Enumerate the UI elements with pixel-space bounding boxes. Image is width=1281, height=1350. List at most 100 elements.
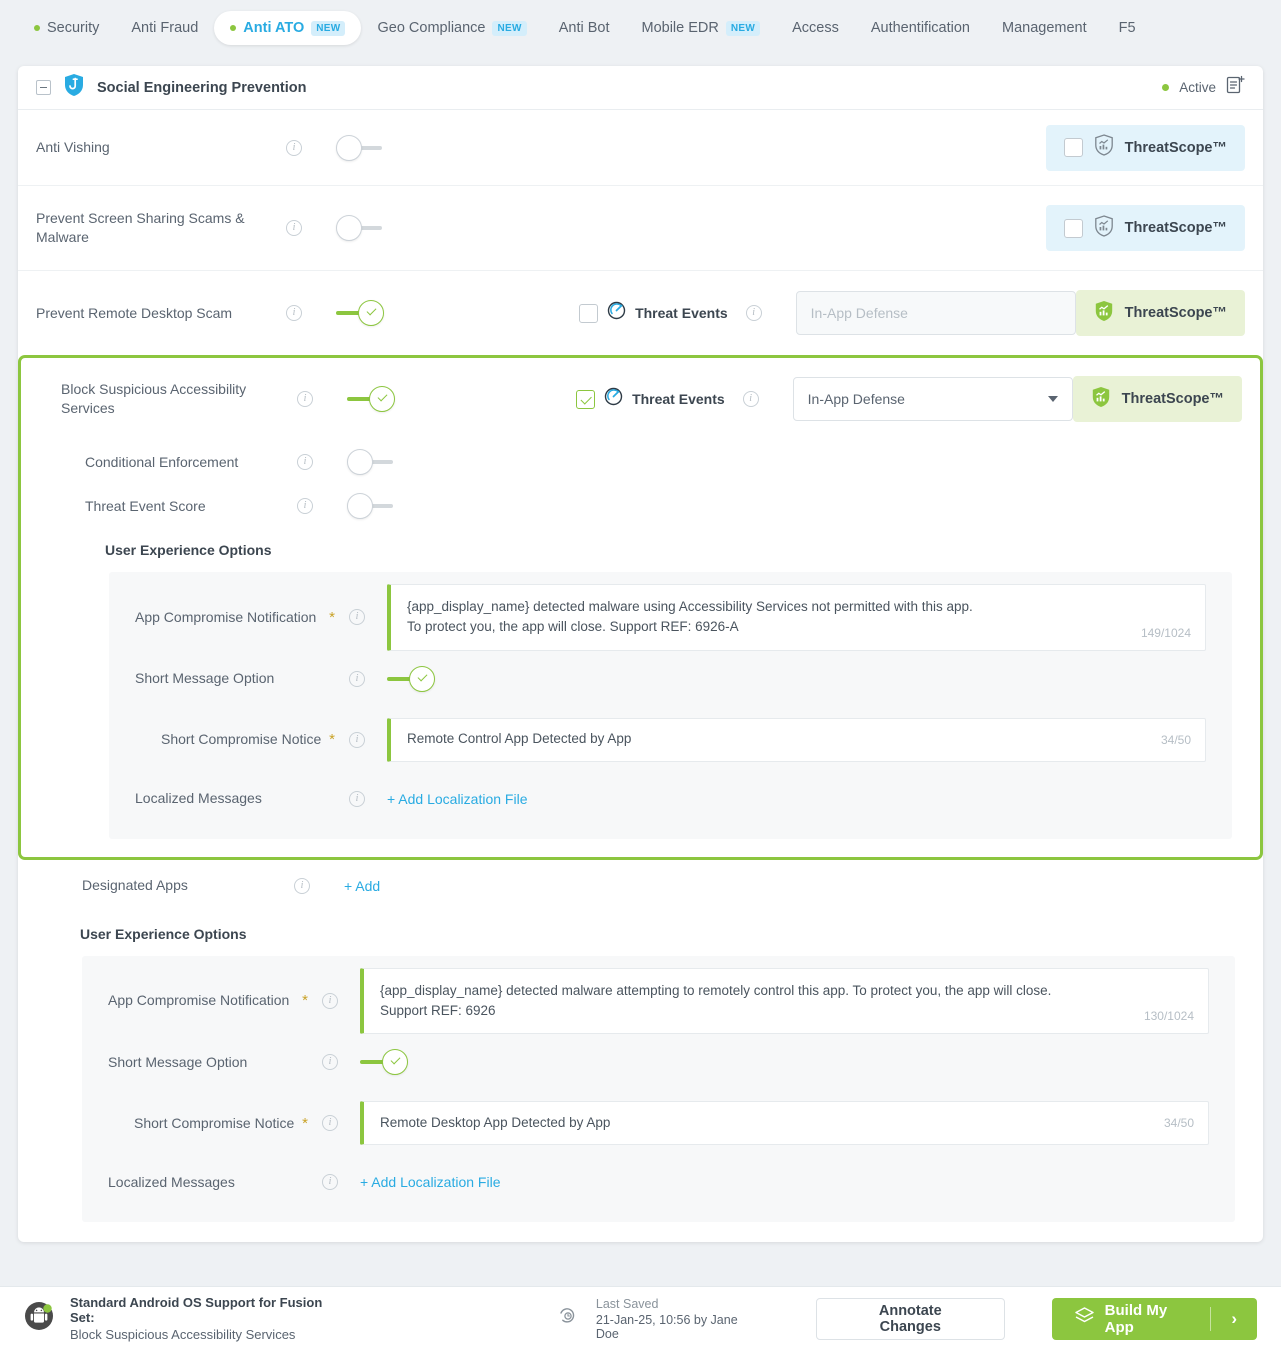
toggle-short-message-option-inner[interactable] (387, 665, 435, 692)
info-icon[interactable]: i (297, 391, 313, 407)
toggle-conditional-enforcement[interactable] (347, 449, 395, 475)
info-icon[interactable]: i (322, 992, 338, 1009)
user-experience-options-heading-inner: User Experience Options (105, 542, 272, 558)
threatscope-checkbox[interactable] (1063, 138, 1083, 157)
threatscope-badge-remote-desktop[interactable]: ThreatScope™ (1075, 290, 1245, 336)
ux-label: Short Message Option (135, 670, 275, 687)
threat-events-icon (607, 301, 626, 325)
info-icon[interactable]: i (322, 1174, 338, 1190)
short-compromise-notice-input[interactable]: Remote Desktop App Detected by App 34/50 (360, 1101, 1209, 1145)
row-label: Anti Vishing (36, 139, 110, 156)
add-designated-app-link[interactable]: + Add (344, 878, 380, 894)
info-icon[interactable]: i (322, 1054, 338, 1070)
tab-anti-fraud[interactable]: Anti Fraud (115, 11, 214, 45)
threatscope-badge-anti-vishing[interactable]: ThreatScope™ (1045, 124, 1245, 171)
short-compromise-notice-input[interactable]: Remote Control App Detected by App 34/50 (387, 717, 1206, 762)
info-icon[interactable]: i (294, 877, 310, 894)
threatscope-label: ThreatScope™ (1124, 305, 1227, 321)
tab-label: Geo Compliance (377, 20, 486, 36)
tab-status-dot (34, 25, 40, 31)
threat-events-checkbox[interactable] (576, 389, 596, 409)
row-label: Block Suspicious Accessibility Services (61, 381, 247, 416)
ux-row-app-compromise-notification: App Compromise Notification * i {app_dis… (82, 967, 1235, 1034)
threatscope-shield-icon (1094, 134, 1114, 161)
row-label: Prevent Screen Sharing Scams & Malware (36, 210, 245, 245)
tab-anti-bot[interactable]: Anti Bot (543, 11, 626, 45)
ux-row-localized-messages: Localized Messages * i + Add Localizatio… (109, 773, 1232, 825)
toggle-short-message-option-outer[interactable] (360, 1049, 408, 1075)
tab-label: Mobile EDR (641, 20, 719, 36)
threatscope-shield-icon (1091, 386, 1111, 413)
ux-label: App Compromise Notification (135, 608, 317, 625)
defense-select-block-accessibility[interactable]: In-App Defense (792, 377, 1073, 421)
threat-events-label: Threat Events (635, 305, 728, 321)
add-localization-file-link-inner[interactable]: + Add Localization File (387, 791, 527, 807)
select-value: In-App Defense (807, 391, 905, 407)
tab-geo-compliance[interactable]: Geo Compliance NEW (361, 11, 542, 45)
info-icon[interactable]: i (349, 670, 365, 687)
toggle-prevent-remote-desktop[interactable] (336, 300, 384, 326)
info-icon[interactable]: i (297, 454, 313, 470)
info-icon[interactable]: i (349, 731, 365, 748)
info-icon[interactable]: i (297, 498, 313, 514)
row-conditional-enforcement: Conditional Enforcement i (21, 440, 1260, 484)
chevron-down-icon (1047, 396, 1058, 402)
annotate-changes-button[interactable]: Annotate Changes (815, 1297, 1005, 1340)
build-my-app-button[interactable]: Build My App › (1051, 1297, 1257, 1340)
info-icon[interactable]: i (286, 220, 302, 236)
footer-bar: Standard Android OS Support for Fusion S… (0, 1286, 1281, 1350)
last-saved-label: Last Saved (595, 1296, 659, 1311)
ux-row-short-message-option: Short Message Option * i (109, 651, 1232, 707)
tab-authentification[interactable]: Authentification (855, 11, 986, 45)
ux-label: App Compromise Notification (108, 992, 290, 1009)
info-icon[interactable]: i (322, 1115, 338, 1131)
toggle-threat-event-score[interactable] (347, 493, 395, 519)
field-value: Remote Desktop App Detected by App (380, 1114, 611, 1130)
toggle-block-accessibility[interactable] (347, 386, 395, 412)
info-icon[interactable]: i (745, 305, 762, 321)
required-marker-blank: * (298, 1054, 312, 1071)
tab-label: Authentification (870, 20, 970, 36)
row-prevent-screen-sharing: Prevent Screen Sharing Scams & Malware i… (18, 186, 1263, 271)
tab-anti-ato[interactable]: Anti ATO NEW (214, 11, 362, 45)
toggle-anti-vishing[interactable] (336, 134, 384, 161)
ux-options-panel-inner: App Compromise Notification * i {app_dis… (109, 572, 1232, 839)
last-saved-value: 21-Jan-25, 10:56 by Jane Doe (595, 1312, 738, 1341)
threatscope-label: ThreatScope™ (1124, 220, 1227, 236)
char-counter: 34/50 (1160, 732, 1191, 747)
required-marker: * (329, 608, 335, 626)
threatscope-checkbox[interactable] (1063, 218, 1083, 238)
add-localization-file-link-outer[interactable]: + Add Localization File (360, 1174, 500, 1190)
required-marker: * (329, 731, 335, 748)
tab-label: Anti Bot (558, 20, 610, 36)
app-compromise-notification-input[interactable]: {app_display_name} detected malware atte… (360, 967, 1209, 1034)
info-icon[interactable]: i (286, 305, 302, 321)
app-compromise-notification-input[interactable]: {app_display_name} detected malware usin… (387, 584, 1206, 651)
user-experience-options-heading-outer: User Experience Options (80, 925, 247, 942)
field-value: {app_display_name} detected malware usin… (407, 599, 973, 635)
threat-events-group-remote-desktop: Threat Events (579, 301, 728, 325)
tab-access[interactable]: Access (776, 11, 855, 45)
threat-events-checkbox[interactable] (579, 303, 599, 323)
toggle-prevent-screen-sharing[interactable] (336, 215, 384, 241)
tab-mobile-edr[interactable]: Mobile EDR NEW (626, 11, 777, 45)
info-icon[interactable]: i (349, 609, 365, 626)
threatscope-badge-screen-sharing[interactable]: ThreatScope™ (1045, 205, 1245, 251)
info-icon[interactable]: i (742, 391, 759, 407)
tab-management[interactable]: Management (986, 11, 1103, 45)
chevron-right-icon[interactable]: › (1211, 1309, 1257, 1329)
status-badge: Active (1179, 80, 1216, 95)
add-note-icon[interactable] (1226, 75, 1245, 100)
row-threat-event-score: Threat Event Score i (21, 484, 1260, 528)
tab-f5[interactable]: F5 (1103, 11, 1152, 45)
ux-label: Localized Messages (108, 1173, 235, 1190)
threatscope-label: ThreatScope™ (1124, 139, 1227, 156)
collapse-toggle-icon[interactable] (36, 80, 51, 95)
info-icon[interactable]: i (349, 790, 365, 807)
tab-security[interactable]: Security (18, 11, 115, 45)
ux-label: Short Message Option (108, 1053, 248, 1070)
card-header: Social Engineering Prevention Active (18, 66, 1263, 110)
info-icon[interactable]: i (286, 139, 302, 156)
phishing-shield-icon (63, 73, 85, 102)
threatscope-badge-block-accessibility[interactable]: ThreatScope™ (1072, 376, 1242, 422)
